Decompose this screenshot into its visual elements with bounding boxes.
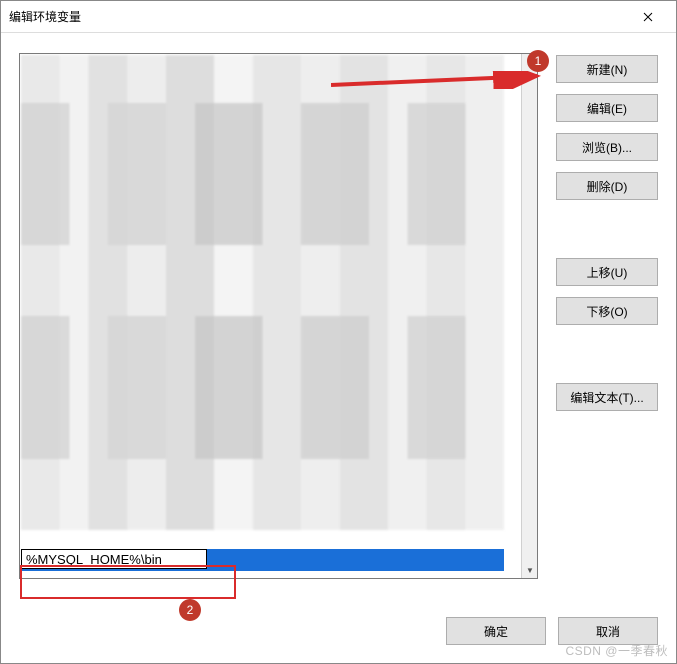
main-row: ▲ ▼ 新建(N) 编辑(E) 浏览(B)... 删除(D) 上移(U) 下移(… [19,53,658,579]
window-title: 编辑环境变量 [9,8,628,25]
new-button[interactable]: 新建(N) [556,55,658,83]
obscured-list-content [21,55,504,530]
listbox-inner [20,54,521,578]
cancel-button[interactable]: 取消 [558,617,658,645]
env-var-edit-input[interactable] [21,549,207,569]
vertical-scrollbar[interactable]: ▲ ▼ [521,54,537,578]
button-group-gap-2 [556,336,658,372]
move-down-button[interactable]: 下移(O) [556,297,658,325]
bottom-button-row: 确定 取消 [446,617,658,645]
scroll-up-arrow[interactable]: ▲ [522,54,538,70]
env-var-listbox[interactable]: ▲ ▼ [19,53,538,579]
scroll-down-arrow[interactable]: ▼ [522,562,538,578]
close-icon [643,12,653,22]
list-row-editing[interactable] [21,549,504,571]
button-group-gap [556,211,658,247]
delete-button[interactable]: 删除(D) [556,172,658,200]
side-button-column: 新建(N) 编辑(E) 浏览(B)... 删除(D) 上移(U) 下移(O) 编… [556,53,658,579]
ok-button[interactable]: 确定 [446,617,546,645]
dialog-content: ▲ ▼ 新建(N) 编辑(E) 浏览(B)... 删除(D) 上移(U) 下移(… [1,33,676,663]
dialog-edit-env-var: 编辑环境变量 ▲ ▼ [0,0,677,664]
browse-button[interactable]: 浏览(B)... [556,133,658,161]
move-up-button[interactable]: 上移(U) [556,258,658,286]
titlebar: 编辑环境变量 [1,1,676,33]
close-button[interactable] [628,3,668,31]
listbox-wrap: ▲ ▼ [19,53,538,579]
edit-button[interactable]: 编辑(E) [556,94,658,122]
edit-text-button[interactable]: 编辑文本(T)... [556,383,658,411]
